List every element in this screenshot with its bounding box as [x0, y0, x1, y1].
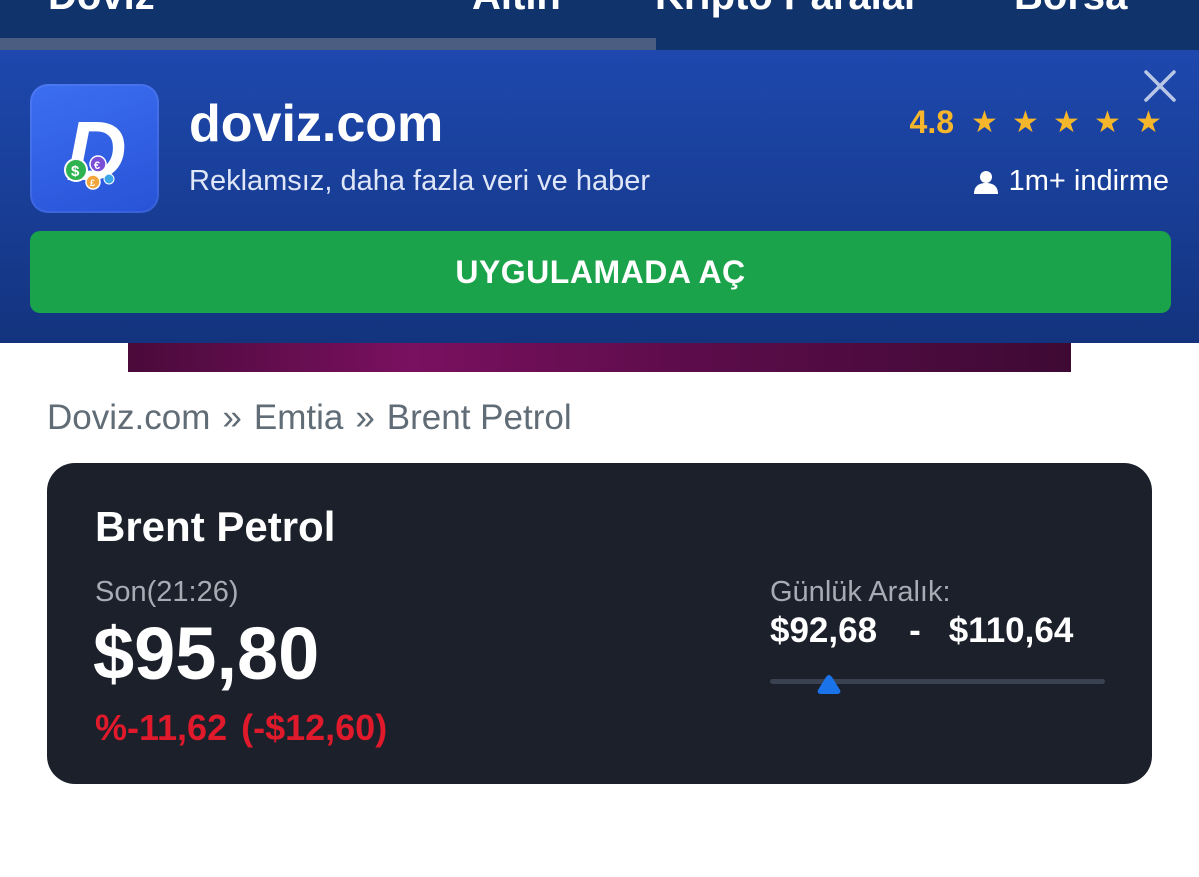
app-icon[interactable]: D $ € £ [30, 84, 159, 213]
app-rating: 4.8 ★ ★ ★ ★ ★ [910, 104, 1169, 141]
quote-card: Brent Petrol Son(21:26) $95,80 %-11,62 (-… [47, 463, 1152, 784]
change-absolute: (-$12,60) [241, 707, 388, 748]
app-subtitle: Reklamsız, daha fazla veri ve haber [189, 165, 650, 197]
breadcrumb-home[interactable]: Doviz.com [47, 398, 210, 438]
nav-tab-kripto[interactable]: Kripto Paralar [655, 0, 920, 19]
user-icon [973, 170, 998, 194]
range-marker-icon [817, 675, 841, 694]
instrument-title: Brent Petrol [95, 503, 336, 550]
close-banner-button[interactable] [1140, 66, 1180, 106]
svg-text:£: £ [90, 178, 95, 188]
star-icon: ★ [1053, 106, 1080, 139]
breadcrumb-separator: » [222, 398, 242, 437]
download-label: 1m+ indirme [1008, 165, 1169, 197]
breadcrumb-emtia[interactable]: Emtia [254, 398, 343, 438]
doviz-logo-icon: D $ € £ [64, 104, 127, 198]
open-in-app-button[interactable]: UYGULAMADA AÇ [30, 231, 1171, 313]
nav-tab-borsa[interactable]: Borsa [1014, 0, 1127, 19]
breadcrumb: Doviz.com » Emtia » Brent Petrol [47, 398, 572, 438]
svg-text:€: € [94, 160, 100, 172]
rating-value: 4.8 [909, 104, 954, 140]
last-price-label: Son(21:26) [95, 576, 239, 608]
last-price: $95,80 [93, 612, 320, 695]
star-icon: ★ [1094, 106, 1121, 139]
range-low: $92,68 [770, 611, 878, 650]
range-separator: - [909, 611, 921, 650]
download-count: 1m+ indirme [973, 165, 1169, 198]
change-percent: %-11,62 [95, 707, 228, 748]
ad-banner-strip[interactable] [128, 343, 1071, 372]
nav-scroll-indicator [0, 38, 656, 50]
star-icon: ★ [971, 106, 998, 139]
breadcrumb-separator: » [355, 398, 375, 437]
star-icon: ★ [1012, 106, 1039, 139]
close-icon [1144, 70, 1176, 102]
app-name: doviz.com [189, 95, 444, 153]
daily-range-values: $92,68- $110,64 [770, 611, 1073, 651]
breadcrumb-current: Brent Petrol [386, 398, 572, 437]
price-change: %-11,62 (-$12,60) [95, 707, 387, 749]
top-nav: Döviz Altın Kripto Paralar Borsa [0, 0, 1199, 50]
range-high: $110,64 [948, 611, 1074, 650]
nav-tab-doviz[interactable]: Döviz [48, 0, 155, 19]
star-icon: ★ [1135, 106, 1162, 139]
daily-range-label: Günlük Aralık: [770, 576, 951, 608]
nav-tab-altin[interactable]: Altın [472, 0, 561, 19]
app-promo-banner: D $ € £ doviz.com Reklamsız, daha fazla … [0, 50, 1199, 343]
svg-text:$: $ [71, 163, 80, 180]
